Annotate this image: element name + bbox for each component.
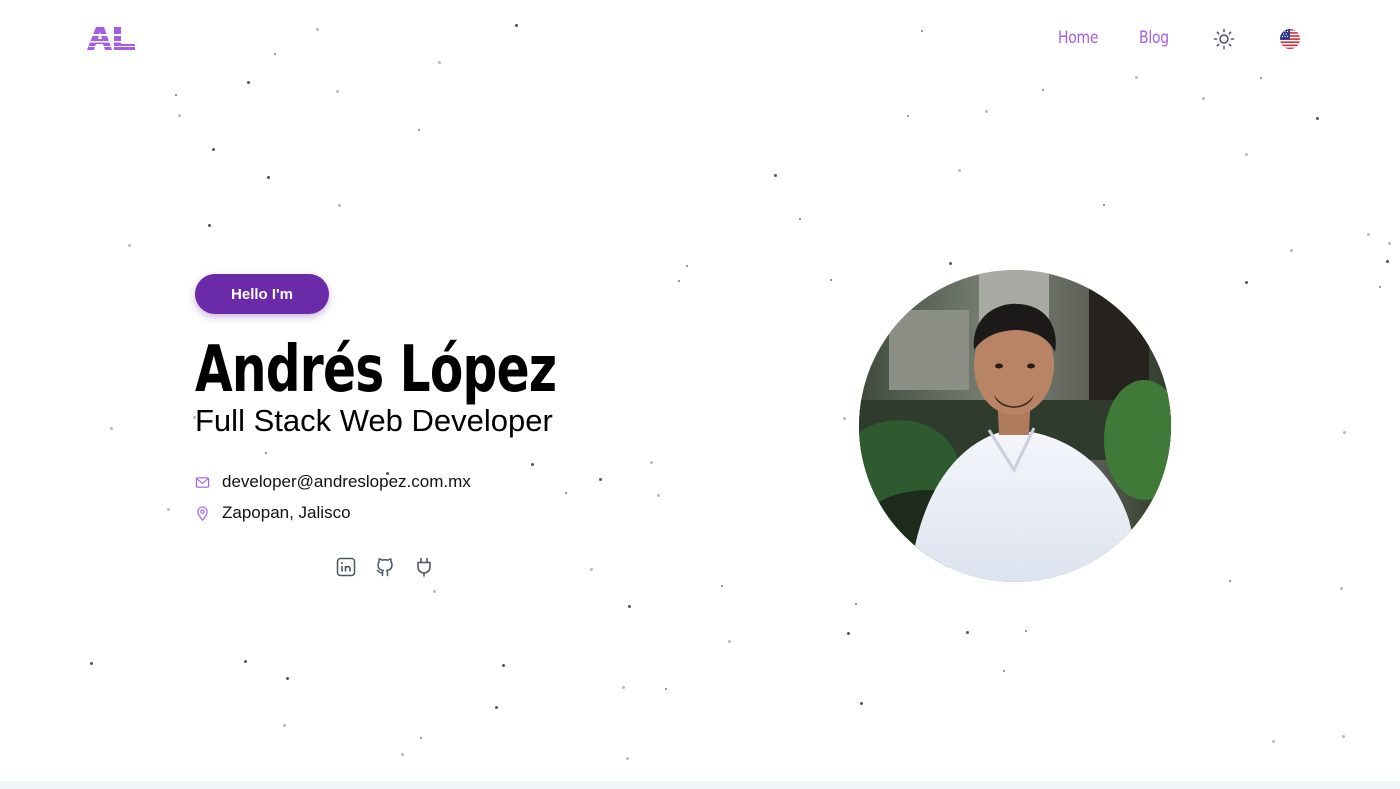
star-dot xyxy=(949,262,952,265)
star-dot xyxy=(985,110,988,113)
star-dot xyxy=(1343,431,1346,434)
star-dot xyxy=(565,492,567,494)
star-dot xyxy=(1245,281,1248,284)
star-dot xyxy=(212,148,215,151)
star-dot xyxy=(531,463,534,466)
hero-role: Full Stack Web Developer xyxy=(195,403,553,438)
star-dot xyxy=(799,218,801,220)
star-dot xyxy=(1342,735,1345,738)
github-link[interactable] xyxy=(374,556,396,578)
star-dot xyxy=(599,478,602,481)
plug-link[interactable] xyxy=(413,556,435,578)
star-dot xyxy=(267,176,270,179)
star-dot xyxy=(1003,670,1005,672)
star-dot xyxy=(774,174,777,177)
star-dot xyxy=(208,224,211,227)
star-dot xyxy=(283,724,286,727)
star-dot xyxy=(966,631,969,634)
star-dot xyxy=(958,169,961,172)
star-dot xyxy=(830,279,832,281)
linkedin-link[interactable] xyxy=(335,556,357,578)
star-dot xyxy=(626,757,629,760)
logo[interactable] xyxy=(85,24,137,52)
bottom-divider xyxy=(0,781,1400,789)
star-dot xyxy=(628,605,631,608)
star-dot xyxy=(265,452,267,454)
star-dot xyxy=(728,640,731,643)
star-dot xyxy=(1103,204,1105,206)
email-row: developer@andreslopez.com.mx xyxy=(195,472,471,492)
theme-toggle-button[interactable] xyxy=(1213,28,1235,50)
logo-mark xyxy=(85,27,137,50)
star-dot xyxy=(128,244,131,247)
location-row: Zapopan, Jalisco xyxy=(195,503,351,523)
star-dot xyxy=(1340,587,1343,590)
star-dot xyxy=(515,24,518,27)
star-dot xyxy=(843,417,846,420)
star-dot xyxy=(274,53,276,55)
location-text: Zapopan, Jalisco xyxy=(222,503,351,522)
star-dot xyxy=(847,632,850,635)
star-dot xyxy=(336,90,339,93)
star-dot xyxy=(1260,77,1262,79)
linkedin-icon xyxy=(336,557,356,577)
star-dot xyxy=(178,114,181,117)
mail-icon xyxy=(195,476,210,488)
star-dot xyxy=(244,660,247,663)
star-dot xyxy=(622,686,625,689)
star-dot xyxy=(921,30,923,32)
star-dot xyxy=(650,461,653,464)
star-dot xyxy=(855,603,857,605)
star-dot xyxy=(1290,249,1293,252)
profile-photo-image xyxy=(859,270,1171,582)
star-dot xyxy=(401,753,404,756)
star-dot xyxy=(338,204,341,207)
star-dot xyxy=(1042,89,1044,91)
plug-icon xyxy=(417,557,431,577)
star-dot xyxy=(1229,580,1231,582)
star-dot xyxy=(721,585,723,587)
map-pin-icon xyxy=(197,505,208,521)
star-dot xyxy=(1316,117,1319,120)
star-dot xyxy=(1025,630,1027,632)
star-dot xyxy=(1386,260,1389,263)
star-dot xyxy=(678,280,680,282)
star-dot xyxy=(438,61,441,64)
star-dot xyxy=(1202,97,1205,100)
us-flag-icon xyxy=(1280,29,1300,49)
star-dot xyxy=(316,28,319,31)
star-dot xyxy=(502,664,505,667)
star-dot xyxy=(590,568,593,571)
star-dot xyxy=(90,662,93,665)
star-dot xyxy=(1272,740,1275,743)
star-dot xyxy=(1245,153,1248,156)
github-icon xyxy=(376,558,393,577)
nav-home-link[interactable]: Home xyxy=(1058,28,1098,48)
hero-name: Andrés López xyxy=(195,333,557,407)
star-dot xyxy=(110,427,113,430)
star-dot xyxy=(247,81,250,84)
profile-photo xyxy=(859,270,1171,582)
sun-icon xyxy=(1213,28,1235,50)
star-dot xyxy=(286,677,289,680)
star-dot xyxy=(1388,242,1391,245)
language-switch-button[interactable] xyxy=(1280,29,1300,49)
star-dot xyxy=(167,508,170,511)
star-dot xyxy=(495,706,498,709)
email-text[interactable]: developer@andreslopez.com.mx xyxy=(222,472,471,492)
star-dot xyxy=(1367,233,1370,236)
nav-blog-link[interactable]: Blog xyxy=(1139,28,1169,48)
star-dot xyxy=(1379,286,1381,288)
star-dot xyxy=(418,129,420,131)
hello-badge: Hello I'm xyxy=(195,274,329,314)
star-dot xyxy=(420,737,422,739)
star-dot xyxy=(433,590,436,593)
star-dot xyxy=(686,265,688,267)
star-dot xyxy=(665,688,667,690)
star-dot xyxy=(860,702,863,705)
star-dot xyxy=(175,94,177,96)
star-dot xyxy=(1135,76,1138,79)
star-dot xyxy=(657,494,660,497)
star-dot xyxy=(907,115,909,117)
